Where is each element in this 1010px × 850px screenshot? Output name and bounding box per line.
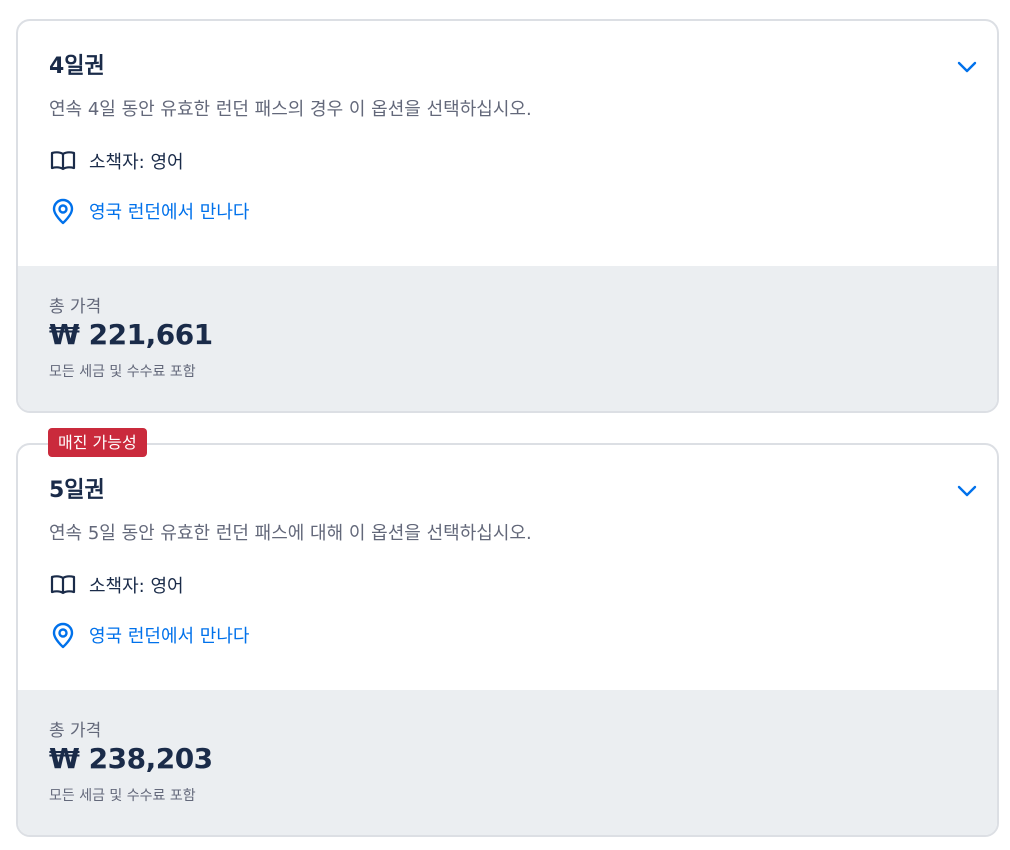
price-note: 모든 세금 및 수수료 포함 [49, 364, 196, 380]
price-section: 총 가격 ₩ 221,661 모든 세금 및 수수료 포함 [18, 266, 997, 411]
meeting-point-label[interactable]: 영국 런던에서 만나다 [89, 198, 249, 224]
option-card[interactable]: 5일권 연속 5일 동안 유효한 런던 패스에 대해 이 옵션을 선택하십시오.… [16, 443, 999, 837]
chevron-down-icon[interactable] [955, 55, 979, 79]
option-card-body: 5일권 연속 5일 동안 유효한 런던 패스에 대해 이 옵션을 선택하십시오.… [18, 445, 997, 690]
price-label: 총 가격 [49, 297, 102, 317]
price-label: 총 가격 [49, 721, 102, 741]
option-card-body: 4일권 연속 4일 동안 유효한 런던 패스의 경우 이 옵션을 선택하십시오.… [18, 21, 997, 266]
meeting-point-label[interactable]: 영국 런던에서 만나다 [89, 622, 249, 648]
price-section: 총 가격 ₩ 238,203 모든 세금 및 수수료 포함 [18, 690, 997, 835]
option-description: 연속 4일 동안 유효한 런던 패스의 경우 이 옵션을 선택하십시오. [49, 99, 532, 120]
price-note: 모든 세금 및 수수료 포함 [49, 788, 196, 804]
meeting-point-link[interactable]: 영국 런던에서 만나다 [49, 621, 249, 649]
book-icon [49, 571, 77, 599]
guide-language: 소책자: 영어 [49, 147, 184, 175]
chevron-down-icon[interactable] [955, 479, 979, 503]
map-pin-icon [49, 621, 77, 649]
guide-language-label: 소책자: 영어 [89, 152, 184, 173]
option-title: 5일권 [49, 478, 105, 503]
option-card[interactable]: 4일권 연속 4일 동안 유효한 런던 패스의 경우 이 옵션을 선택하십시오.… [16, 19, 999, 413]
price-value: ₩ 238,203 [49, 742, 213, 775]
price-value: ₩ 221,661 [49, 318, 213, 351]
likely-to-sell-out-badge: 매진 가능성 [48, 428, 147, 457]
book-icon [49, 147, 77, 175]
map-pin-icon [49, 197, 77, 225]
option-description: 연속 5일 동안 유효한 런던 패스에 대해 이 옵션을 선택하십시오. [49, 523, 532, 544]
guide-language-label: 소책자: 영어 [89, 576, 184, 597]
meeting-point-link[interactable]: 영국 런던에서 만나다 [49, 197, 249, 225]
guide-language: 소책자: 영어 [49, 571, 184, 599]
option-title: 4일권 [49, 54, 105, 79]
